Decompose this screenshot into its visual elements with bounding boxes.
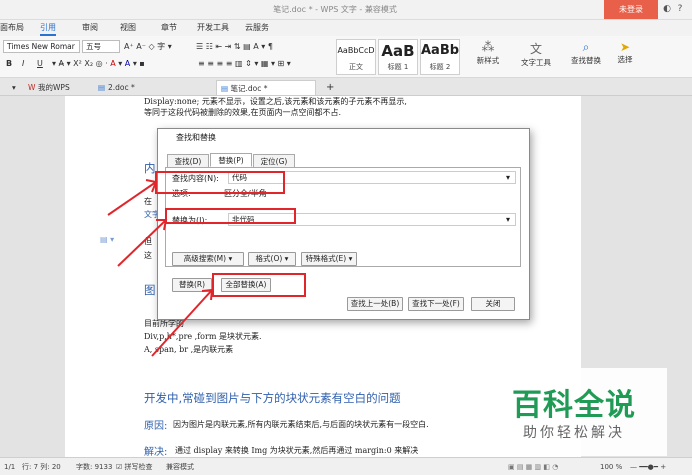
status-mode: 兼容模式 (166, 463, 194, 471)
zoom-slider[interactable]: — ━━●━ + (630, 458, 666, 475)
arrow-to-find (107, 181, 157, 216)
arrow-to-replace-all (151, 289, 213, 357)
status-position: 行: 7 列: 20 (22, 463, 61, 471)
status-bar: 1/1 行: 7 列: 20 字数: 9133 ☑ 拼写检查 兼容模式 ▣ ▤ … (0, 457, 692, 475)
zoom-level[interactable]: 100 % (600, 458, 622, 475)
status-page[interactable]: 1/1 (4, 458, 15, 475)
arrow-to-replace (117, 219, 167, 267)
status-word-count[interactable]: 字数: 9133 (76, 458, 112, 475)
watermark-logo: 百科全说 助你轻松解决 (497, 368, 667, 456)
watermark-sub: 助你轻松解决 (523, 425, 625, 441)
watermark-main: 百科全说 (512, 388, 636, 423)
view-mode-icons[interactable]: ▣ ▤ ▦ ▥ ◧ ◔ (508, 458, 558, 475)
spell-check-toggle[interactable]: ☑ 拼写检查 (116, 458, 153, 475)
